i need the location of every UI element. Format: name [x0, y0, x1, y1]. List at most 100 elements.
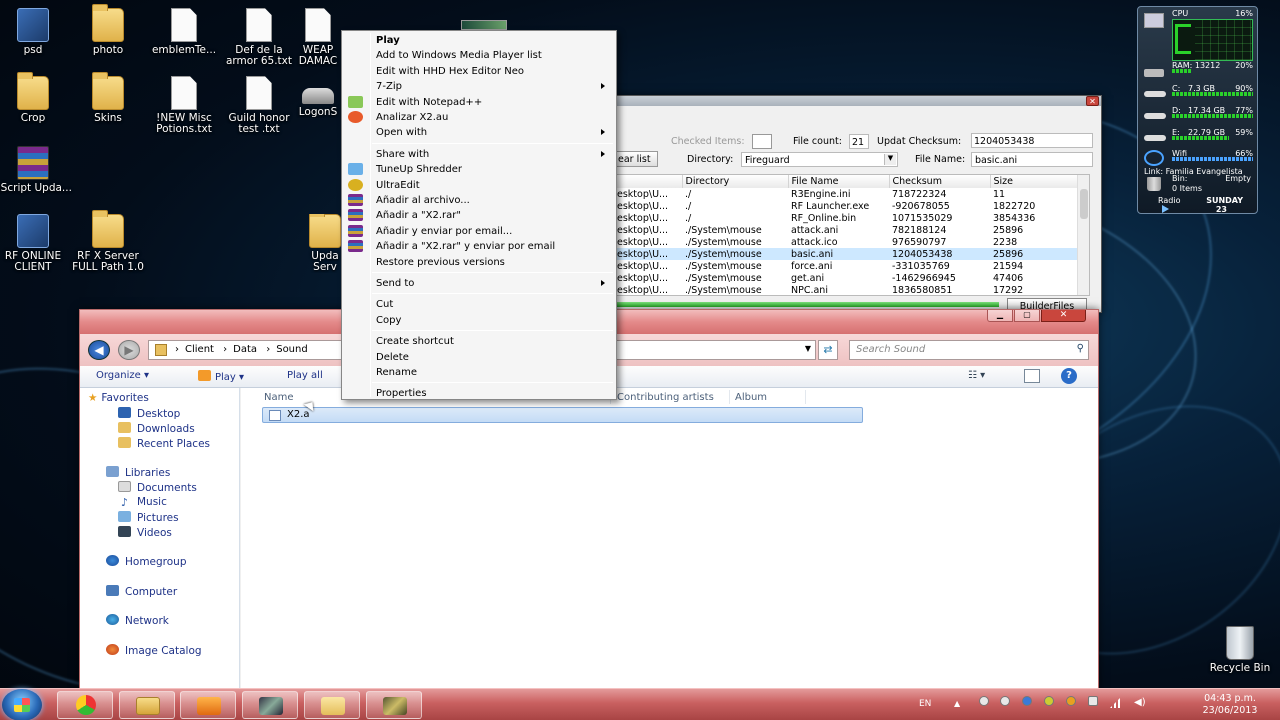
file-count-field[interactable]: 21 [849, 134, 869, 149]
menu-item[interactable]: 7-Zip [376, 79, 402, 94]
menu-item[interactable]: Open with [376, 125, 427, 140]
menu-item[interactable]: Edit with HHD Hex Editor Neo [376, 64, 524, 79]
table-row[interactable]: esktop\U... ./System\mouse basic.ani 120405… [614, 248, 1079, 260]
table-row[interactable]: esktop\U... ./ R3Engine.ini 718722324 11 [614, 188, 1079, 200]
desktop-icon-nscript[interactable]: nScript Upda... [0, 146, 73, 194]
nav-computer[interactable]: Computer [106, 585, 177, 600]
breadcrumb-item[interactable]: Client [185, 344, 214, 355]
play-all-button[interactable]: Play all [287, 370, 323, 381]
checked-items-box[interactable] [752, 134, 772, 149]
clock[interactable]: 04:43 p.m. 23/06/2013 [1180, 693, 1280, 717]
menu-item[interactable]: TuneUp Shredder [376, 162, 462, 177]
nav-image-catalog[interactable]: Image Catalog [106, 644, 202, 659]
menu-item[interactable]: Añadir y enviar por email... [376, 224, 512, 239]
scrollbar[interactable] [1077, 175, 1089, 295]
close-button[interactable]: ✕ [1086, 96, 1099, 106]
nav-recent-places[interactable]: Recent Places [118, 437, 210, 452]
column-header-album[interactable]: Album [735, 392, 767, 403]
desktop-icon-rf-client[interactable]: RF ONLINE CLIENT [0, 214, 73, 273]
clear-list-button[interactable]: ear list [613, 151, 658, 167]
nav-videos[interactable]: Videos [118, 526, 172, 541]
taskbar-folder[interactable] [304, 691, 360, 719]
taskbar-media-player[interactable] [180, 691, 236, 719]
back-button[interactable]: ◀ [88, 340, 110, 360]
menu-item[interactable]: Añadir a "X2.rar" y enviar por email [376, 239, 555, 254]
nav-desktop[interactable]: Desktop [118, 407, 180, 422]
checksum-builder-window[interactable]: ✕ Checked Items: File count: 21 Updat Ch… [612, 95, 1102, 314]
desktop-thumbnail-game[interactable] [461, 20, 507, 30]
tray-icon[interactable] [1066, 696, 1076, 706]
menu-item[interactable]: Edit with Notepad++ [376, 95, 482, 110]
language-indicator[interactable]: EN [919, 699, 931, 709]
desktop-icon-update-server[interactable]: Upda Serv [305, 214, 345, 273]
nav-documents[interactable]: Documents [118, 481, 197, 496]
menu-item[interactable]: Send to [376, 276, 414, 291]
tray-icon[interactable] [979, 696, 989, 706]
desktop-icon-rf-server[interactable]: RF X Server FULL Path 1.0 [68, 210, 148, 273]
refresh-icon[interactable]: ⇄ [818, 340, 838, 360]
menu-item[interactable]: Share with [376, 147, 429, 162]
chevron-down-icon[interactable]: ▼ [884, 154, 896, 165]
close-button[interactable]: ✕ [1041, 310, 1086, 322]
table-row[interactable]: esktop\U... ./System\mouse get.ani -1462966… [614, 272, 1079, 284]
file-row-selected[interactable]: X2.a [262, 407, 863, 423]
taskbar-game[interactable] [242, 691, 298, 719]
column-header[interactable]: Checksum [889, 175, 991, 188]
directory-select[interactable]: Fireguard ▼ [741, 152, 898, 167]
desktop-icon-emblem[interactable]: emblemTe... [144, 8, 224, 56]
nav-network[interactable]: Network [106, 614, 169, 629]
desktop-icon-crop[interactable]: Crop [0, 72, 73, 124]
nav-pictures[interactable]: Pictures [118, 511, 179, 526]
menu-item[interactable]: Analizar X2.au [376, 110, 448, 125]
taskbar-explorer[interactable] [119, 691, 175, 719]
organize-button[interactable]: Organize ▾ [96, 370, 149, 381]
search-icon[interactable]: ⚲ [1077, 343, 1084, 354]
nav-music[interactable]: ♪ Music [118, 496, 167, 511]
start-button[interactable] [2, 689, 42, 720]
desktop-icon-skins[interactable]: Skins [68, 72, 148, 124]
desktop-icon-weap[interactable]: WEAP DAMAC [294, 8, 342, 67]
search-input[interactable]: Search Sound ⚲ [849, 340, 1089, 360]
column-header-name[interactable]: Name [264, 392, 294, 403]
play-button[interactable]: Play ▾ [198, 370, 244, 383]
desktop-icon-misc-potions[interactable]: !NEW Misc Potions.txt [144, 76, 224, 135]
action-center-icon[interactable] [1088, 696, 1098, 706]
table-row[interactable]: esktop\U... ./System\mouse force.ani -33103… [614, 260, 1079, 272]
breadcrumb-item[interactable]: Data [233, 344, 257, 355]
desktop-icon-logon[interactable]: LogonS [294, 88, 342, 118]
table-row[interactable]: esktop\U... ./ RF_Online.bin 1071535029 3854… [614, 212, 1079, 224]
preview-pane-icon[interactable] [1024, 369, 1040, 383]
menu-item[interactable]: UltraEdit [376, 178, 420, 193]
menu-item[interactable]: Delete [376, 350, 409, 365]
table-row[interactable]: esktop\U... ./System\mouse attack.ico 97659… [614, 236, 1079, 248]
desktop-icon-psd[interactable]: psd [0, 8, 73, 56]
title-bar[interactable] [613, 96, 1101, 106]
view-options-icon[interactable]: ☷ ▾ [968, 370, 985, 381]
breadcrumb-item[interactable]: Sound [276, 344, 308, 355]
table-row[interactable]: esktop\U... ./ RF Launcher.exe -920678055 18… [614, 200, 1079, 212]
menu-item[interactable]: Copy [376, 313, 401, 328]
desktop-icon-guild-honor[interactable]: Guild honor test .txt [219, 76, 299, 135]
file-name-field[interactable]: basic.ani [971, 152, 1093, 167]
menu-item[interactable]: Añadir a "X2.rar" [376, 208, 461, 223]
desktop-icon-photo[interactable]: photo [68, 4, 148, 56]
tray-icon[interactable] [1000, 696, 1010, 706]
nav-downloads[interactable]: Downloads [118, 422, 195, 437]
column-header[interactable]: Size [990, 175, 1080, 188]
maximize-button[interactable]: ▢ [1014, 310, 1040, 322]
volume-icon[interactable]: ◀) [1134, 697, 1146, 708]
tray-icon[interactable] [1044, 696, 1054, 706]
table-row[interactable]: esktop\U... ./System\mouse NPC.ani 18365808… [614, 284, 1079, 296]
table-row[interactable]: esktop\U... ./System\mouse attack.ani 78218… [614, 224, 1079, 236]
menu-item[interactable]: Rename [376, 365, 417, 380]
nav-homegroup[interactable]: Homegroup [106, 555, 187, 570]
menu-item[interactable]: Play [376, 33, 400, 48]
nav-libraries[interactable]: Libraries [106, 466, 170, 481]
column-header[interactable]: File Name [788, 175, 890, 188]
minimize-button[interactable]: ▁ [987, 310, 1013, 322]
nav-favorites[interactable]: ★ Favorites [88, 392, 149, 407]
menu-item[interactable]: Create shortcut [376, 334, 454, 349]
help-icon[interactable]: ? [1061, 368, 1077, 384]
updat-checksum-field[interactable]: 1204053438 [971, 133, 1093, 148]
column-header[interactable]: Directory [682, 175, 789, 188]
